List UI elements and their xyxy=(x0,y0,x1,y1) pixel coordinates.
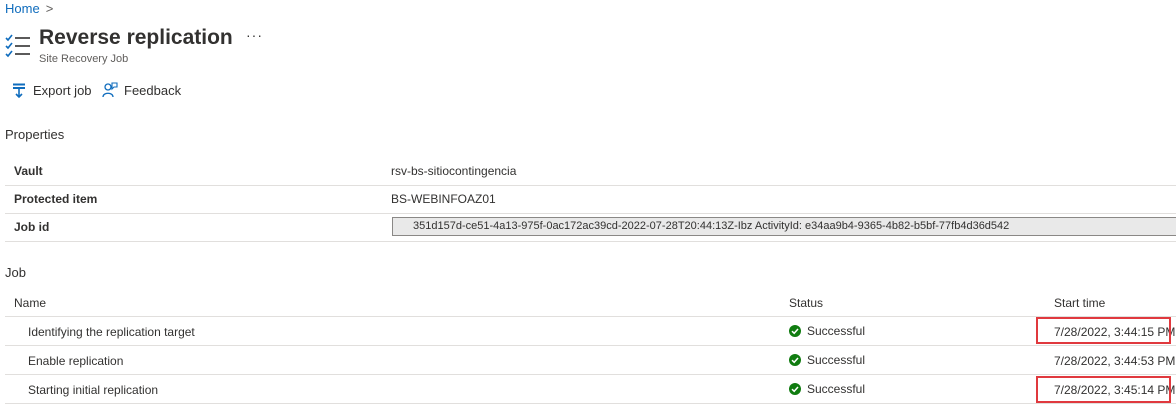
status-text: Successful xyxy=(807,353,866,367)
job-step-name: Identifying the replication target xyxy=(28,325,195,339)
breadcrumb-home-link[interactable]: Home xyxy=(5,1,40,16)
success-check-icon xyxy=(789,383,801,395)
highlight-box-start-time-3 xyxy=(1036,376,1171,403)
job-step-name: Starting initial replication xyxy=(28,383,159,397)
export-job-button[interactable]: Export job xyxy=(11,82,92,98)
protected-item-value: BS-WEBINFOAZ01 xyxy=(391,192,496,206)
property-row-vault: Vault rsv-bs-sitiocontingencia xyxy=(5,157,1176,186)
column-header-start-time[interactable]: Start time xyxy=(1054,296,1105,310)
success-check-icon xyxy=(789,354,801,366)
table-row[interactable]: Enable replication Successful 7/28/2022,… xyxy=(5,346,1176,375)
feedback-button[interactable]: Feedback xyxy=(102,82,181,98)
column-header-name[interactable]: Name xyxy=(14,296,46,310)
table-row[interactable]: Identifying the replication target Succe… xyxy=(5,317,1176,346)
success-check-icon xyxy=(789,325,801,337)
chevron-right-icon: > xyxy=(45,1,54,16)
property-row-protected-item: Protected item BS-WEBINFOAZ01 xyxy=(5,185,1176,214)
job-id-label: Job id xyxy=(14,220,50,234)
properties-heading: Properties xyxy=(5,127,65,142)
protected-item-label: Protected item xyxy=(14,192,98,206)
job-step-status: Successful xyxy=(789,324,865,338)
job-step-name: Enable replication xyxy=(28,354,124,368)
page-subtitle: Site Recovery Job xyxy=(39,53,129,65)
property-row-job-id: Job id 351d157d-ce51-4a13-975f-0ac172ac3… xyxy=(5,213,1176,242)
job-step-status: Successful xyxy=(789,382,865,396)
status-text: Successful xyxy=(807,324,866,338)
feedback-icon xyxy=(102,82,118,98)
table-row[interactable]: Starting initial replication Successful … xyxy=(5,375,1176,404)
status-text: Successful xyxy=(807,382,866,396)
export-icon xyxy=(13,83,25,98)
page-title: Reverse replication xyxy=(39,26,233,49)
export-job-label: Export job xyxy=(33,82,92,98)
breadcrumb: Home > xyxy=(5,1,53,16)
job-step-start-time: 7/28/2022, 3:44:53 PM xyxy=(1054,354,1176,368)
feedback-label: Feedback xyxy=(124,82,182,98)
job-heading: Job xyxy=(5,265,26,280)
job-id-field[interactable]: 351d157d-ce51-4a13-975f-0ac172ac39cd-202… xyxy=(392,217,1176,236)
job-step-status: Successful xyxy=(789,353,865,367)
vault-label: Vault xyxy=(14,164,43,178)
column-header-status[interactable]: Status xyxy=(789,296,823,310)
job-list-icon xyxy=(5,34,30,58)
more-options-button[interactable]: ··· xyxy=(246,27,263,43)
highlight-box-start-time-1 xyxy=(1036,317,1171,344)
vault-link[interactable]: rsv-bs-sitiocontingencia xyxy=(391,164,516,178)
job-table-header: Name Status Start time xyxy=(5,290,1176,317)
